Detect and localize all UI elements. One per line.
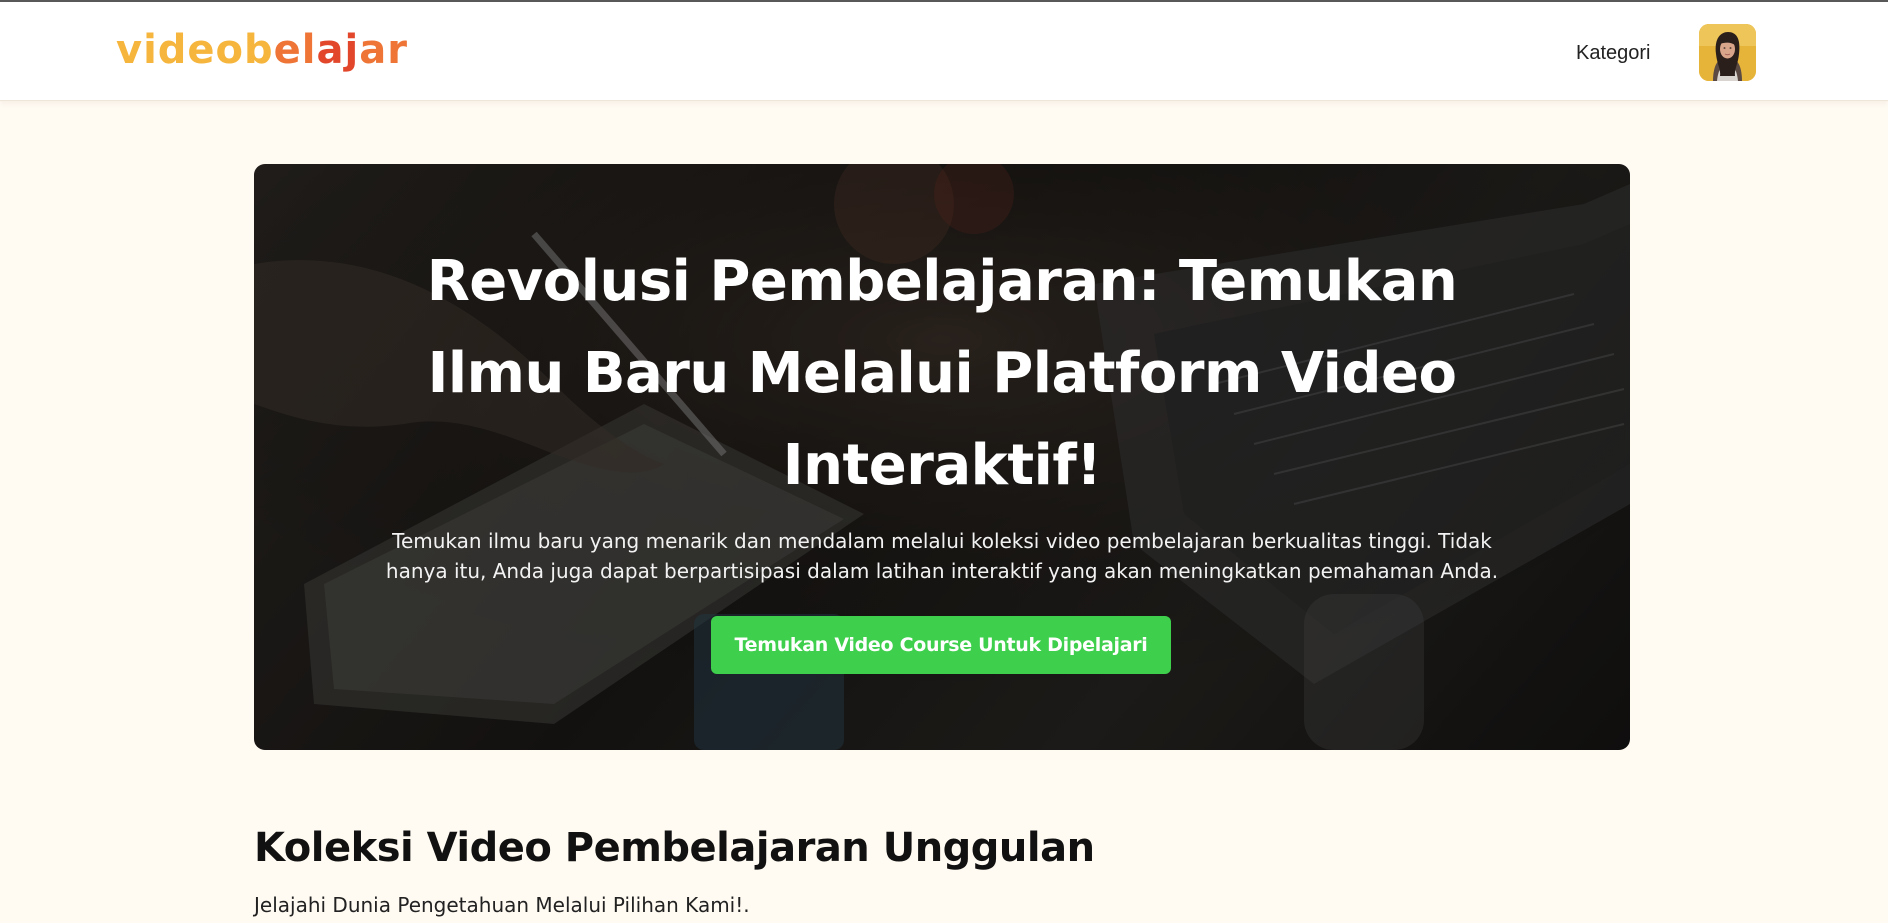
user-avatar-icon	[1699, 24, 1756, 81]
site-header: videobelajar Kategori	[0, 2, 1888, 101]
collection-subtitle: Jelajahi Dunia Pengetahuan Melalui Pilih…	[254, 893, 750, 917]
logo-text-part: videob	[116, 27, 274, 73]
site-logo[interactable]: videobelajar	[116, 26, 408, 74]
logo-text-part: ar	[359, 27, 408, 73]
hero-title: Revolusi Pembelajaran: Temukan Ilmu Baru…	[426, 249, 1458, 498]
nav-kategori-link[interactable]: Kategori	[1576, 41, 1651, 65]
hero-description: Temukan ilmu baru yang menarik dan menda…	[385, 529, 1499, 583]
logo-text-part: el	[273, 27, 317, 73]
avatar[interactable]	[1699, 24, 1756, 81]
collection-title: Koleksi Video Pembelajaran Unggulan	[254, 825, 1095, 871]
logo-text-part: aj	[316, 27, 360, 73]
find-course-button[interactable]: Temukan Video Course Untuk Dipelajari	[711, 616, 1171, 674]
hero-banner: Revolusi Pembelajaran: Temukan Ilmu Baru…	[254, 164, 1630, 750]
